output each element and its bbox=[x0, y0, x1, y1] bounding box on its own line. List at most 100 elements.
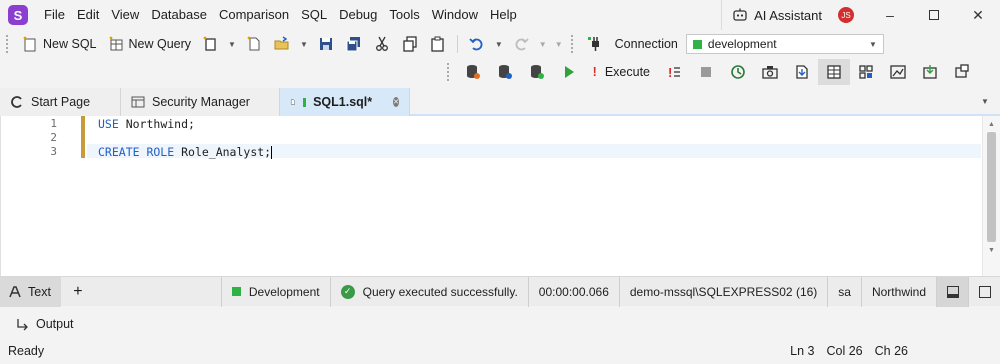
app-status-bar: Ready Ln 3 Col 26 Ch 26 bbox=[0, 338, 1000, 364]
editor-status-bar: Text + Development ✓ Query executed succ… bbox=[0, 276, 1000, 307]
toolbar-grip[interactable] bbox=[446, 63, 451, 81]
ai-assistant-button[interactable]: AI Assistant bbox=[721, 0, 832, 30]
chart-icon bbox=[890, 65, 906, 79]
tab-security-manager[interactable]: Security Manager bbox=[121, 88, 280, 116]
menu-edit[interactable]: Edit bbox=[71, 0, 105, 30]
save-icon bbox=[319, 38, 332, 50]
db-commit-button[interactable] bbox=[521, 59, 553, 85]
menu-database[interactable]: Database bbox=[145, 0, 213, 30]
stop-button[interactable] bbox=[690, 59, 722, 85]
tab-start-page[interactable]: Start Page bbox=[0, 88, 121, 116]
menu-file[interactable]: File bbox=[38, 0, 71, 30]
code-line[interactable]: CREATE ROLE Role_Analyst; bbox=[98, 145, 273, 159]
new-query-button[interactable]: New Query bbox=[102, 32, 197, 56]
text-cursor bbox=[271, 146, 273, 159]
redo-dropdown-icon[interactable]: ▼ bbox=[535, 40, 551, 49]
save-all-button[interactable] bbox=[340, 32, 368, 56]
toolbar-grip[interactable] bbox=[570, 35, 575, 53]
menu-sql[interactable]: SQL bbox=[295, 0, 333, 30]
paste-icon bbox=[431, 36, 444, 52]
query-result-status: ✓ Query executed successfully. bbox=[329, 276, 528, 307]
history-icon bbox=[731, 65, 745, 79]
scroll-down-icon[interactable]: ▼ bbox=[983, 242, 1000, 258]
connection-status-icon bbox=[692, 39, 702, 49]
query-profiler-button[interactable] bbox=[754, 59, 786, 85]
import-button[interactable] bbox=[914, 59, 946, 85]
text-view-icon bbox=[9, 285, 21, 297]
close-window-button[interactable]: ✕ bbox=[956, 0, 1000, 30]
title-bar: S File Edit View Database Comparison SQL… bbox=[0, 0, 1000, 30]
menu-comparison[interactable]: Comparison bbox=[213, 0, 295, 30]
output-label: Output bbox=[36, 317, 74, 331]
grid-view-button[interactable] bbox=[818, 59, 850, 85]
connection-value: development bbox=[707, 37, 777, 51]
open-file-button[interactable] bbox=[268, 32, 296, 56]
security-manager-icon bbox=[131, 96, 145, 108]
db-transaction-button[interactable] bbox=[489, 59, 521, 85]
menu-help[interactable]: Help bbox=[484, 0, 523, 30]
new-document-icon bbox=[203, 36, 216, 51]
execute-icon: ! bbox=[592, 65, 597, 79]
undo-dropdown-icon[interactable]: ▼ bbox=[491, 40, 507, 49]
run-button[interactable] bbox=[553, 59, 585, 85]
close-tab-icon[interactable]: ✕ bbox=[393, 97, 399, 107]
scrollbar-thumb[interactable] bbox=[987, 132, 996, 242]
save-all-icon bbox=[346, 37, 360, 52]
scroll-up-icon[interactable]: ▲ bbox=[983, 116, 1000, 132]
scissors-icon bbox=[375, 36, 388, 51]
square-icon bbox=[978, 285, 991, 298]
execute-button[interactable]: ! Execute bbox=[585, 59, 658, 85]
new-file-button[interactable] bbox=[240, 32, 268, 56]
execute-current-button[interactable]: ! bbox=[658, 59, 690, 85]
sql-toolbar: ! Execute ! bbox=[0, 58, 1000, 86]
user-info: sa bbox=[827, 276, 861, 307]
tab-list-dropdown-icon[interactable]: ▼ bbox=[970, 88, 1000, 114]
toolbar-overflow-icon[interactable]: ▼ bbox=[551, 40, 567, 49]
split-horizontal-button[interactable] bbox=[936, 276, 968, 307]
copy-button[interactable] bbox=[396, 32, 424, 56]
layout-button[interactable] bbox=[850, 59, 882, 85]
tab-sql1[interactable]: SQL1.sql* ✕ bbox=[280, 88, 410, 116]
chart-button[interactable] bbox=[882, 59, 914, 85]
maximize-button[interactable] bbox=[912, 0, 956, 30]
code-line[interactable]: USE Northwind; bbox=[98, 117, 195, 131]
export-button[interactable] bbox=[786, 59, 818, 85]
minimize-button[interactable]: – bbox=[868, 0, 912, 30]
new-document-dropdown-icon[interactable]: ▼ bbox=[224, 40, 240, 49]
line-indicator: Ln 3 bbox=[790, 344, 815, 358]
user-avatar[interactable]: JS bbox=[838, 7, 854, 23]
connection-select[interactable]: development ▼ bbox=[685, 34, 884, 54]
redo-button[interactable] bbox=[507, 32, 535, 56]
menu-debug[interactable]: Debug bbox=[333, 0, 383, 30]
save-button[interactable] bbox=[312, 32, 340, 56]
split-none-button[interactable] bbox=[968, 276, 1000, 307]
menu-tools[interactable]: Tools bbox=[383, 0, 425, 30]
history-button[interactable] bbox=[722, 59, 754, 85]
cut-button[interactable] bbox=[368, 32, 396, 56]
paste-button[interactable] bbox=[424, 32, 452, 56]
success-check-icon: ✓ bbox=[340, 284, 355, 299]
add-view-icon[interactable]: + bbox=[61, 283, 95, 301]
start-page-icon bbox=[11, 96, 22, 108]
menu-view[interactable]: View bbox=[105, 0, 145, 30]
sql-editor[interactable]: 1 2 3 USE Northwind; CREATE ROLE Role_An… bbox=[0, 116, 1000, 276]
new-document-button[interactable] bbox=[196, 32, 224, 56]
open-dropdown-icon[interactable]: ▼ bbox=[296, 40, 312, 49]
sql-document-icon bbox=[290, 99, 295, 105]
undo-icon bbox=[469, 38, 483, 51]
import-icon bbox=[923, 65, 937, 79]
new-sql-button[interactable]: New SQL bbox=[16, 32, 102, 56]
line-number: 3 bbox=[50, 145, 57, 158]
output-panel-tab[interactable]: Output bbox=[0, 310, 1000, 338]
toolbar-grip[interactable] bbox=[6, 35, 10, 53]
ai-assistant-label: AI Assistant bbox=[754, 7, 822, 23]
text-view-tab[interactable]: Text bbox=[0, 276, 61, 307]
environment-label: Development bbox=[248, 284, 320, 299]
more-tools-button[interactable] bbox=[946, 59, 978, 85]
undo-button[interactable] bbox=[463, 32, 491, 56]
vertical-scrollbar[interactable]: ▲ ▼ bbox=[982, 116, 1000, 276]
menu-window[interactable]: Window bbox=[426, 0, 484, 30]
connection-settings-button[interactable] bbox=[581, 32, 609, 56]
db-refresh-button[interactable] bbox=[457, 59, 489, 85]
line-number-gutter: 1 2 3 bbox=[1, 116, 71, 276]
